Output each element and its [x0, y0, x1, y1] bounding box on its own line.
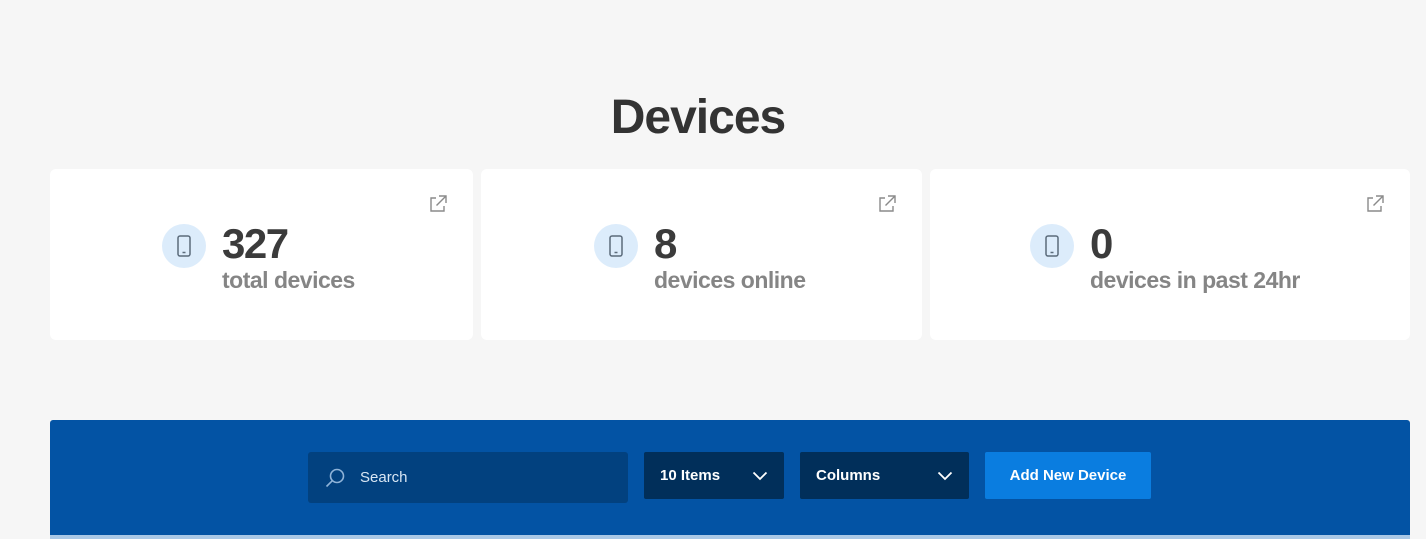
stat-label: devices online — [654, 267, 806, 293]
search-box[interactable] — [308, 452, 628, 503]
stat-label: devices in past 24hr — [1090, 267, 1300, 293]
mobile-device-icon — [594, 224, 638, 268]
devices-page: Devices 327 total devices 8 devices onli… — [0, 0, 1426, 539]
columns-select[interactable]: Columns — [800, 452, 969, 499]
stat-value: 0 — [1090, 220, 1113, 267]
stat-card-devices-online: 8 devices online — [481, 169, 922, 340]
stat-card-total-devices: 327 total devices — [50, 169, 473, 340]
stat-card-devices-past-24hr: 0 devices in past 24hr — [930, 169, 1410, 340]
external-link-icon[interactable] — [876, 193, 898, 215]
stat-value: 327 — [222, 220, 289, 267]
external-link-icon[interactable] — [427, 193, 449, 215]
mobile-device-icon — [1030, 224, 1074, 268]
search-input[interactable] — [358, 461, 602, 494]
chevron-down-icon — [937, 471, 953, 481]
items-per-page-select[interactable]: 10 Items — [644, 452, 784, 499]
mobile-device-icon — [162, 224, 206, 268]
stat-value: 8 — [654, 220, 677, 267]
external-link-icon[interactable] — [1364, 193, 1386, 215]
chevron-down-icon — [752, 471, 768, 481]
devices-table-toolbar: 10 Items Columns Add New Device — [50, 420, 1410, 539]
items-per-page-value: 10 Items — [660, 467, 721, 484]
add-new-device-button[interactable]: Add New Device — [985, 452, 1151, 499]
page-title: Devices — [610, 91, 786, 144]
table-header-strip — [50, 535, 1410, 539]
columns-select-value: Columns — [816, 467, 881, 484]
stat-label: total devices — [222, 267, 355, 293]
search-icon — [308, 467, 346, 489]
